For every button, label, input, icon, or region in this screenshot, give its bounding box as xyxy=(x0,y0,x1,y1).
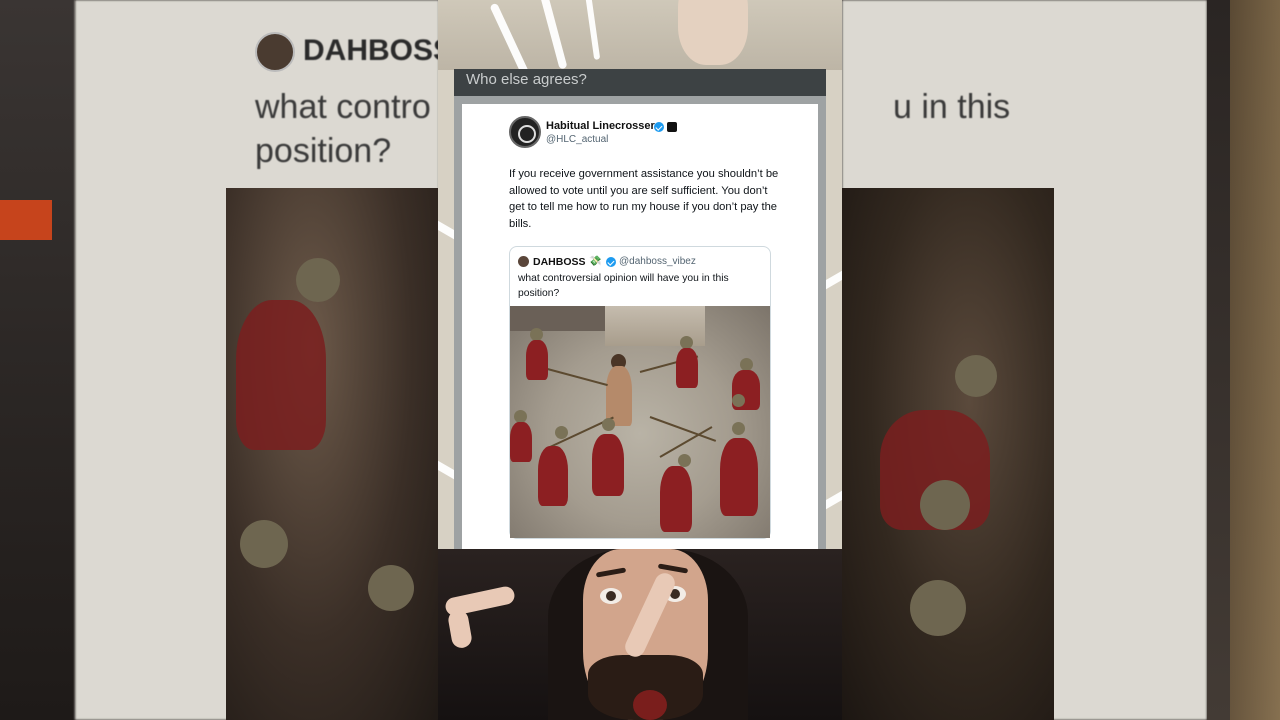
background-helmet xyxy=(368,565,414,611)
verified-badge-icon xyxy=(654,122,664,132)
author-avatar[interactable] xyxy=(509,116,541,148)
eye xyxy=(600,588,622,604)
background-author-name: DAHBOSS xyxy=(303,34,454,67)
image-soldier xyxy=(510,422,532,462)
background-left-edge xyxy=(0,0,75,720)
image-soldier xyxy=(720,438,758,516)
background-avatar xyxy=(255,32,295,72)
background-helmet xyxy=(955,355,997,397)
mouth xyxy=(633,690,667,720)
tweet-text: If you receive government assistance you… xyxy=(509,168,779,230)
image-soldier-helmet xyxy=(732,422,745,435)
image-soldier-helmet xyxy=(732,394,745,407)
verified-badge-icon xyxy=(606,257,616,267)
image-soldier xyxy=(526,340,548,380)
caption-bar: Who else agrees? xyxy=(454,69,826,96)
image-spear xyxy=(539,366,608,387)
image-soldier xyxy=(538,446,568,506)
money-emoji-icon: 💸 xyxy=(589,256,602,267)
image-soldier xyxy=(592,434,624,496)
background-helmet xyxy=(920,480,970,530)
background-soldier xyxy=(236,300,326,450)
stage: DAHBOSS what contro position? u in this … xyxy=(0,0,1280,720)
quoted-author-handle: @dahboss_vibez xyxy=(619,256,696,267)
background-text-line1-right: u in this xyxy=(893,88,1011,126)
author-handle[interactable]: @HLC_actual xyxy=(546,134,608,145)
author-name[interactable]: Habitual Linecrosser xyxy=(546,120,655,132)
background-orange-strip xyxy=(0,200,52,240)
background-helmet xyxy=(910,580,966,636)
hand xyxy=(678,0,748,65)
caption-text: Who else agrees? xyxy=(466,71,587,88)
background-helmet xyxy=(296,258,340,302)
quoted-author-avatar xyxy=(518,256,529,267)
background-text-line1-left: what contro xyxy=(255,88,431,126)
affiliate-badge-icon xyxy=(667,122,677,132)
image-wall-shadow xyxy=(510,306,605,331)
quoted-tweet-image[interactable] xyxy=(510,306,770,538)
image-soldier xyxy=(660,466,692,532)
image-soldier-helmet xyxy=(602,418,615,431)
image-soldier-helmet xyxy=(555,426,568,439)
background-right-tan xyxy=(1230,0,1280,720)
background-text-line2: position? xyxy=(255,132,392,170)
image-soldier xyxy=(676,348,698,388)
background-helmet xyxy=(240,520,288,568)
quoted-author-name: DAHBOSS xyxy=(533,256,586,268)
quoted-tweet-text: what controversial opinion will have you… xyxy=(518,273,729,299)
